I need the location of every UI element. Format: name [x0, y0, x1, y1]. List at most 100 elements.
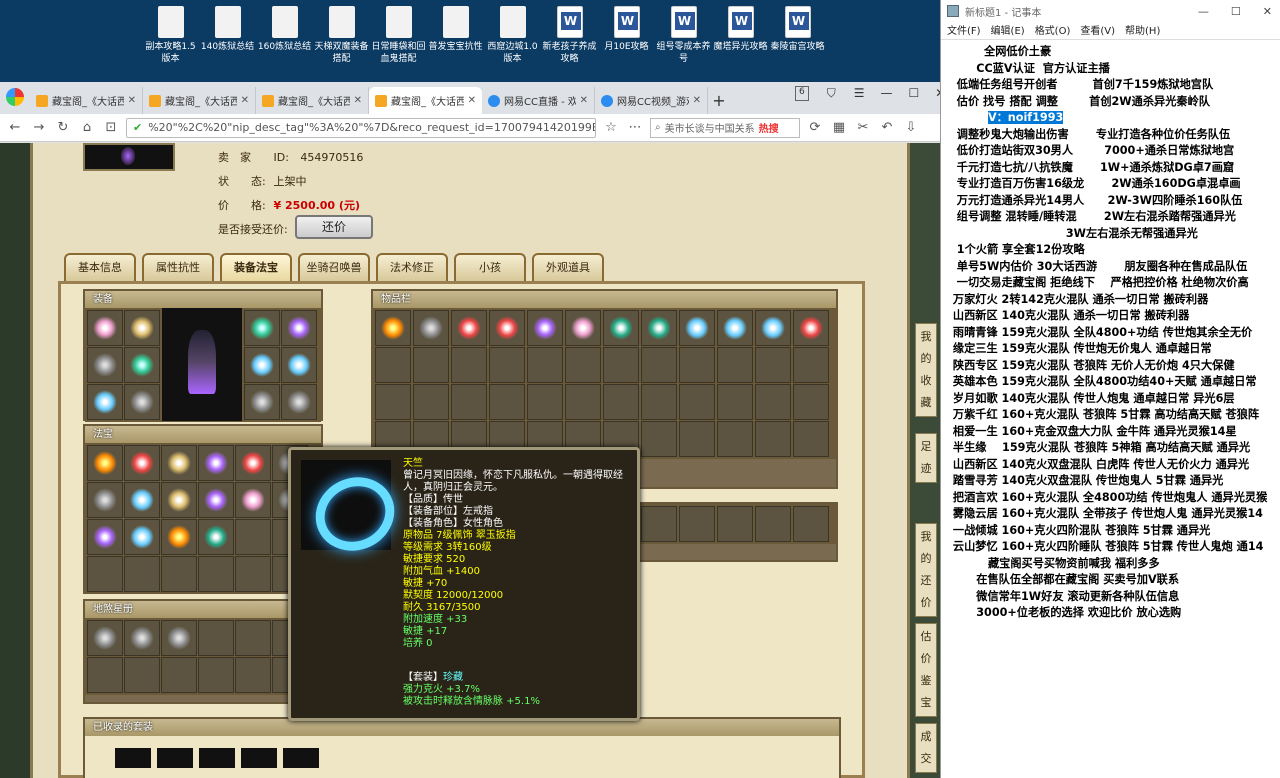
tab-close-icon[interactable]: ✕	[354, 95, 362, 106]
item-slot[interactable]	[281, 310, 317, 346]
home-icon[interactable]: ⌂	[78, 120, 96, 135]
game-tab-6[interactable]: 外观道具	[532, 253, 604, 281]
tab-close-icon[interactable]: ✕	[468, 95, 476, 106]
empty-slot[interactable]	[87, 556, 123, 592]
item-slot[interactable]	[755, 310, 791, 346]
item-slot[interactable]	[87, 519, 123, 555]
desktop-file-8[interactable]: 月10E攻略	[598, 0, 655, 82]
empty-slot[interactable]	[413, 384, 449, 420]
undo-icon[interactable]: ↶	[878, 120, 896, 135]
item-slot[interactable]	[244, 347, 280, 383]
item-slot[interactable]	[451, 310, 487, 346]
menu-icon[interactable]: ☰	[854, 86, 865, 101]
game-tab-0[interactable]: 基本信息	[64, 253, 136, 281]
empty-slot[interactable]	[755, 347, 791, 383]
empty-slot[interactable]	[679, 421, 715, 457]
desktop-file-3[interactable]: 天梯双魔装备搭配	[313, 0, 370, 82]
empty-slot[interactable]	[235, 556, 271, 592]
empty-slot[interactable]	[793, 384, 829, 420]
empty-slot[interactable]	[603, 347, 639, 383]
empty-slot[interactable]	[489, 347, 525, 383]
item-slot[interactable]	[161, 620, 197, 656]
item-slot[interactable]	[527, 310, 563, 346]
desktop-file-0[interactable]: 副本攻略1.5版本	[142, 0, 199, 82]
desktop-file-7[interactable]: 新老孩子养成攻略	[541, 0, 598, 82]
minimize-icon[interactable]: —	[1198, 5, 1209, 18]
desktop-file-2[interactable]: 160炼狱总结	[256, 0, 313, 82]
item-slot[interactable]	[375, 310, 411, 346]
empty-slot[interactable]	[565, 347, 601, 383]
notepad-menu-3[interactable]: 查看(V)	[1080, 22, 1115, 39]
desktop-file-10[interactable]: 魔塔异光攻略	[712, 0, 769, 82]
item-slot[interactable]	[235, 482, 271, 518]
counter-offer-button[interactable]: 还价	[295, 215, 373, 239]
notepad-menu-2[interactable]: 格式(O)	[1035, 22, 1071, 39]
cut-icon[interactable]: ✂	[854, 120, 872, 135]
item-slot[interactable]	[87, 384, 123, 420]
empty-slot[interactable]	[527, 384, 563, 420]
notepad-text-area[interactable]: 全网低价土豪 CC蓝V认证 官方认证主播 低端任务组号开创者 首创7千159炼狱…	[941, 40, 1280, 778]
forward-icon[interactable]: →	[30, 120, 48, 135]
item-slot[interactable]	[641, 310, 677, 346]
sync-icon[interactable]: ⟳	[806, 120, 824, 135]
item-slot[interactable]	[124, 519, 160, 555]
empty-slot[interactable]	[641, 347, 677, 383]
item-slot[interactable]	[124, 347, 160, 383]
empty-slot[interactable]	[565, 384, 601, 420]
desktop-file-9[interactable]: 组号零成本养号	[655, 0, 712, 82]
notepad-menu-4[interactable]: 帮助(H)	[1125, 22, 1160, 39]
empty-slot[interactable]	[679, 384, 715, 420]
browser-tab-0[interactable]: 藏宝阁_《大话西游》 ✕	[30, 87, 143, 114]
empty-slot[interactable]	[755, 506, 791, 542]
item-slot[interactable]	[124, 445, 160, 481]
item-slot[interactable]	[124, 620, 160, 656]
empty-slot[interactable]	[717, 384, 753, 420]
download-icon[interactable]: ⇩	[902, 120, 920, 135]
item-slot[interactable]	[87, 482, 123, 518]
browser-tab-4[interactable]: 网易CC直播 - 欢迎 ✕	[482, 87, 595, 114]
reload-icon[interactable]: ↻	[54, 120, 72, 135]
empty-slot[interactable]	[235, 657, 271, 693]
empty-slot[interactable]	[198, 620, 234, 656]
item-slot[interactable]	[87, 347, 123, 383]
empty-slot[interactable]	[161, 657, 197, 693]
empty-slot[interactable]	[793, 506, 829, 542]
game-tab-2[interactable]: 装备法宝	[220, 253, 292, 281]
item-slot[interactable]	[717, 310, 753, 346]
game-tab-3[interactable]: 坐骑召唤兽	[298, 253, 370, 281]
empty-slot[interactable]	[755, 384, 791, 420]
more-icon[interactable]: ⋯	[626, 120, 644, 135]
empty-slot[interactable]	[235, 519, 271, 555]
notepad-menu-1[interactable]: 编辑(E)	[991, 22, 1025, 39]
empty-slot[interactable]	[413, 347, 449, 383]
empty-slot[interactable]	[375, 384, 411, 420]
tab-close-icon[interactable]: ✕	[241, 95, 249, 106]
item-slot[interactable]	[198, 445, 234, 481]
empty-slot[interactable]	[793, 421, 829, 457]
close-icon[interactable]: ✕	[1263, 5, 1272, 18]
side-tab-4[interactable]: 成交	[915, 723, 937, 773]
item-slot[interactable]	[244, 310, 280, 346]
bookmark-icon[interactable]: ⊡	[102, 120, 120, 135]
empty-slot[interactable]	[755, 421, 791, 457]
empty-slot[interactable]	[603, 384, 639, 420]
tab-count-badge[interactable]: 6	[795, 86, 809, 101]
item-slot[interactable]	[124, 482, 160, 518]
empty-slot[interactable]	[161, 556, 197, 592]
maximize-icon[interactable]: ☐	[909, 86, 920, 101]
empty-slot[interactable]	[641, 506, 677, 542]
browser-tab-5[interactable]: 网易CC视频_游戏 ✕	[595, 87, 708, 114]
notepad-menu-0[interactable]: 文件(F)	[947, 22, 981, 39]
item-slot[interactable]	[198, 482, 234, 518]
empty-slot[interactable]	[527, 347, 563, 383]
game-tab-4[interactable]: 法术修正	[376, 253, 448, 281]
empty-slot[interactable]	[451, 347, 487, 383]
desktop-file-4[interactable]: 日常睡袋和回血鬼搭配	[370, 0, 427, 82]
item-slot[interactable]	[87, 620, 123, 656]
item-slot[interactable]	[87, 310, 123, 346]
side-tab-1[interactable]: 足迹	[915, 433, 937, 483]
empty-slot[interactable]	[198, 657, 234, 693]
empty-slot[interactable]	[124, 657, 160, 693]
item-slot[interactable]	[679, 310, 715, 346]
item-slot[interactable]	[235, 445, 271, 481]
